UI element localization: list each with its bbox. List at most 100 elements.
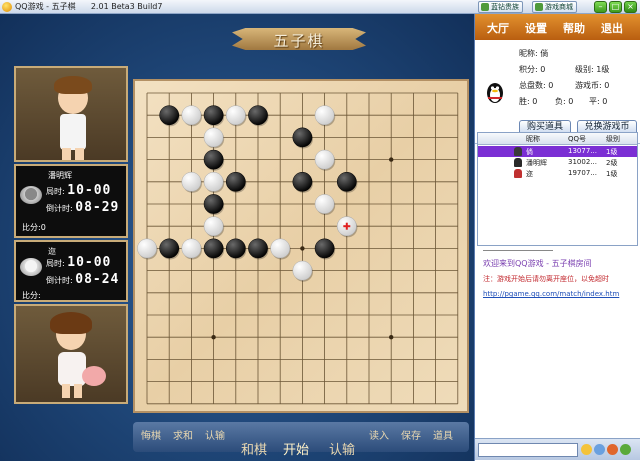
col-qq[interactable]: QQ号 [568, 134, 586, 144]
player1-time-label: 局时: [46, 187, 65, 196]
black-stone [248, 238, 268, 259]
last-move-marker [345, 222, 348, 230]
player1-time-value: 10-00 [67, 183, 112, 198]
minimize-button[interactable]: – [594, 1, 607, 13]
player1-leg [75, 148, 84, 160]
menu-lobby[interactable]: 大厅 [487, 20, 509, 36]
chat-link[interactable]: http://pgame.qq.com/match/index.htm [483, 290, 619, 298]
player-row-name: 倘 [526, 148, 533, 156]
player-row[interactable]: 潘明辉 31002... 2级 [478, 157, 637, 168]
action-icon[interactable] [607, 444, 618, 455]
chat-area: 欢迎来到QQ游戏 - 五子棋房间 注：游戏开始后请勿离开座位，以免超时 http… [475, 246, 640, 432]
player-row-qq: 13077... [568, 147, 597, 155]
white-stone [181, 171, 202, 192]
player2-leg [62, 384, 70, 398]
player-status-icon [514, 169, 522, 178]
star-point [211, 335, 216, 340]
chat-input-bar [475, 438, 640, 460]
black-stone [203, 149, 224, 170]
black-stone [225, 238, 246, 259]
player2-countdown-row: 倒计时: 08-24 [46, 272, 119, 287]
chat-notice: 注：游戏开始后请勿离开座位，以免超时 [483, 275, 609, 283]
user-points: 积分: 0 [519, 65, 546, 74]
player2-countdown-value: 08-24 [75, 272, 120, 287]
star-point [389, 157, 394, 162]
player-row-level: 1级 [606, 148, 618, 156]
game-banner: 五子棋 [232, 22, 366, 56]
white-stone [137, 238, 157, 259]
resign-small-button[interactable]: 认输 [205, 427, 225, 442]
white-stone [270, 238, 291, 259]
black-stone [159, 105, 180, 126]
player-status-icon [514, 158, 522, 167]
menu-help[interactable]: 帮助 [563, 20, 585, 36]
chat-input[interactable] [478, 443, 578, 457]
player1-countdown-label: 倒计时: [46, 204, 73, 213]
player2-info: 迩 局时: 10-00 倒计时: 08-24 比分: [14, 240, 128, 302]
player2-hair [50, 312, 92, 334]
window-version: 2.01 Beta3 Build7 [90, 2, 163, 11]
white-stone [203, 171, 224, 192]
player2-dress [58, 352, 86, 386]
menu-settings[interactable]: 设置 [525, 20, 547, 36]
white-stone [181, 238, 202, 259]
star-point [389, 335, 394, 340]
col-level[interactable]: 级别 [606, 134, 620, 144]
maximize-button[interactable]: □ [609, 1, 622, 13]
undo-button[interactable]: 悔棋 [141, 427, 161, 442]
player1-countdown-value: 08-29 [75, 200, 120, 215]
player1-time-row: 局时: 10-00 [46, 183, 111, 198]
black-stone [292, 171, 313, 192]
board-grid[interactable] [135, 81, 467, 411]
game-area: 五子棋 潘明辉 局时: 10-00 倒计时: 08-29 比分:0 迩 局时: … [0, 14, 474, 461]
player1-hair [54, 76, 92, 94]
user-draws: 平: 0 [589, 97, 608, 106]
emoji-icon[interactable] [581, 444, 592, 455]
player1-avatar [14, 66, 128, 162]
window-title: QQ游戏 - 五子棋 2.01 Beta3 Build7 [15, 1, 162, 12]
player1-countdown-row: 倒计时: 08-29 [46, 200, 119, 215]
player2-time-row: 局时: 10-00 [46, 255, 111, 270]
game-mall-button[interactable]: 游戏商城 [532, 1, 577, 13]
star-point [300, 246, 305, 251]
user-level: 级别: 1级 [575, 65, 610, 74]
items-button[interactable]: 道具 [433, 427, 453, 442]
user-wins: 胜: 0 [519, 97, 538, 106]
player2-leg [74, 384, 82, 398]
black-stone-bowl-icon [20, 186, 42, 204]
player2-countdown-label: 倒计时: [46, 276, 73, 285]
player-row-name: 潘明辉 [526, 159, 547, 167]
player-list-header: 昵称 QQ号 级别 [478, 133, 637, 145]
resign-button[interactable]: 认输 [329, 439, 355, 458]
player1-info: 潘明辉 局时: 10-00 倒计时: 08-29 比分:0 [14, 164, 128, 238]
close-button[interactable]: × [624, 1, 637, 13]
start-button[interactable]: 开始 [283, 439, 309, 458]
white-stone [203, 127, 224, 148]
player-row-level: 2级 [606, 159, 618, 167]
send-icon[interactable] [620, 444, 631, 455]
black-stone [314, 238, 335, 259]
black-stone [248, 105, 268, 126]
white-stone [225, 105, 246, 126]
draw-button[interactable]: 和棋 [241, 439, 267, 458]
request-draw-button[interactable]: 求和 [173, 427, 193, 442]
load-button[interactable]: 读入 [369, 427, 389, 442]
font-icon[interactable] [594, 444, 605, 455]
col-nickname[interactable]: 昵称 [526, 134, 540, 144]
save-button[interactable]: 保存 [401, 427, 421, 442]
menu-exit[interactable]: 退出 [601, 20, 623, 36]
black-stone [159, 238, 180, 259]
white-stone [203, 216, 224, 237]
player1-leg [62, 148, 71, 160]
player1-name: 潘明辉 [48, 171, 72, 180]
white-stone [314, 194, 335, 214]
player-row-name: 迩 [526, 170, 533, 178]
qq-penguin-icon [487, 83, 503, 103]
blue-diamond-button[interactable]: 蓝钻贵族 [478, 1, 523, 13]
player-row[interactable]: 倘 13077... 1级 [478, 146, 637, 157]
player-row-level: 1级 [606, 170, 618, 178]
chat-welcome: 欢迎来到QQ游戏 - 五子棋房间 [483, 259, 592, 268]
gomoku-board[interactable] [133, 79, 469, 413]
player-row[interactable]: 迩 19707... 1级 [478, 168, 637, 179]
black-stone [203, 238, 224, 259]
